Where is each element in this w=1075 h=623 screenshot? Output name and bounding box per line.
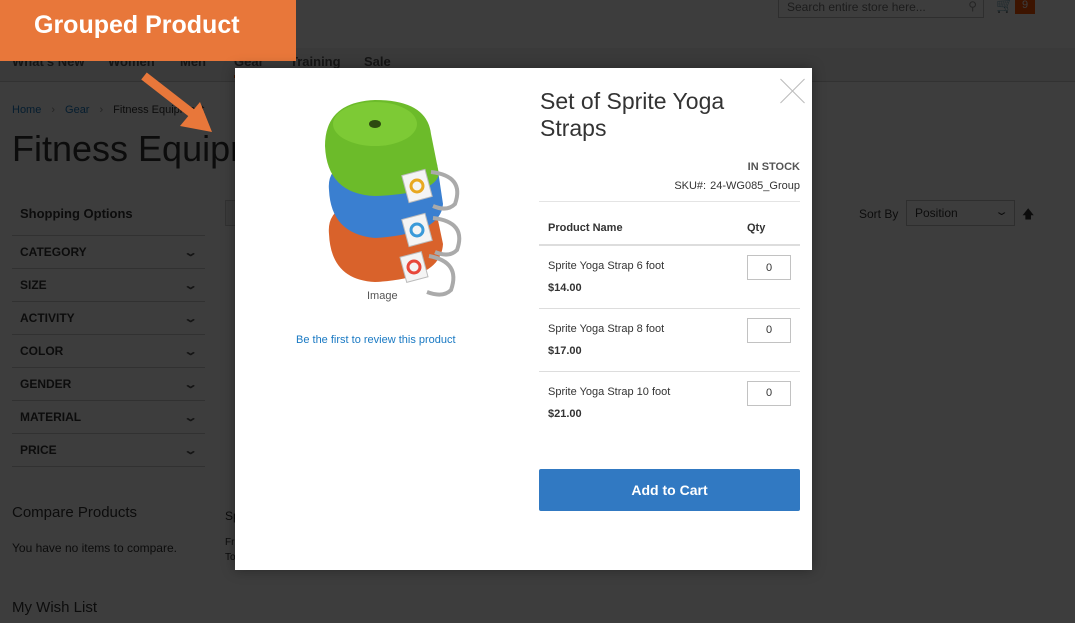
annotation-callout: Grouped Product [0, 0, 296, 61]
sku: SKU#: 24-WG085_Group [674, 180, 800, 192]
annotation-arrow-icon [141, 72, 212, 132]
divider [539, 201, 800, 202]
grouped-items-table: Product Name Qty Sprite Yoga Strap 6 foo… [539, 214, 800, 434]
review-link[interactable]: Be the first to review this product [296, 334, 456, 346]
quick-view-modal: Image Be the first to review this produc… [235, 68, 812, 570]
image-label: Image [367, 290, 398, 302]
item-price: $14.00 [548, 282, 582, 294]
add-to-cart-button[interactable]: Add to Cart [539, 469, 800, 511]
column-header-qty: Qty [738, 214, 800, 246]
stock-status: IN STOCK [747, 161, 800, 173]
product-image [325, 100, 462, 297]
item-price: $21.00 [548, 407, 582, 420]
table-row: Sprite Yoga Strap 6 foot $14.00 [539, 245, 800, 309]
product-title: Set of Sprite Yoga Straps [540, 88, 725, 141]
item-name: Sprite Yoga Strap 10 foot [548, 385, 671, 398]
qty-input[interactable] [747, 255, 791, 280]
sku-value: 24-WG085_Group [710, 180, 800, 192]
table-row: Sprite Yoga Strap 10 foot $21.00 [539, 371, 800, 434]
table-header-row: Product Name Qty [539, 214, 800, 246]
column-header-product-name: Product Name [539, 214, 738, 246]
table-row: Sprite Yoga Strap 8 foot $17.00 [539, 308, 800, 372]
item-name: Sprite Yoga Strap 6 foot [548, 260, 665, 272]
qty-input[interactable] [747, 317, 791, 343]
qty-input[interactable] [747, 380, 791, 406]
sku-label: SKU#: [674, 180, 707, 192]
close-icon[interactable] [779, 76, 807, 104]
item-name: Sprite Yoga Strap 8 foot [548, 322, 665, 335]
item-price: $17.00 [548, 344, 582, 357]
